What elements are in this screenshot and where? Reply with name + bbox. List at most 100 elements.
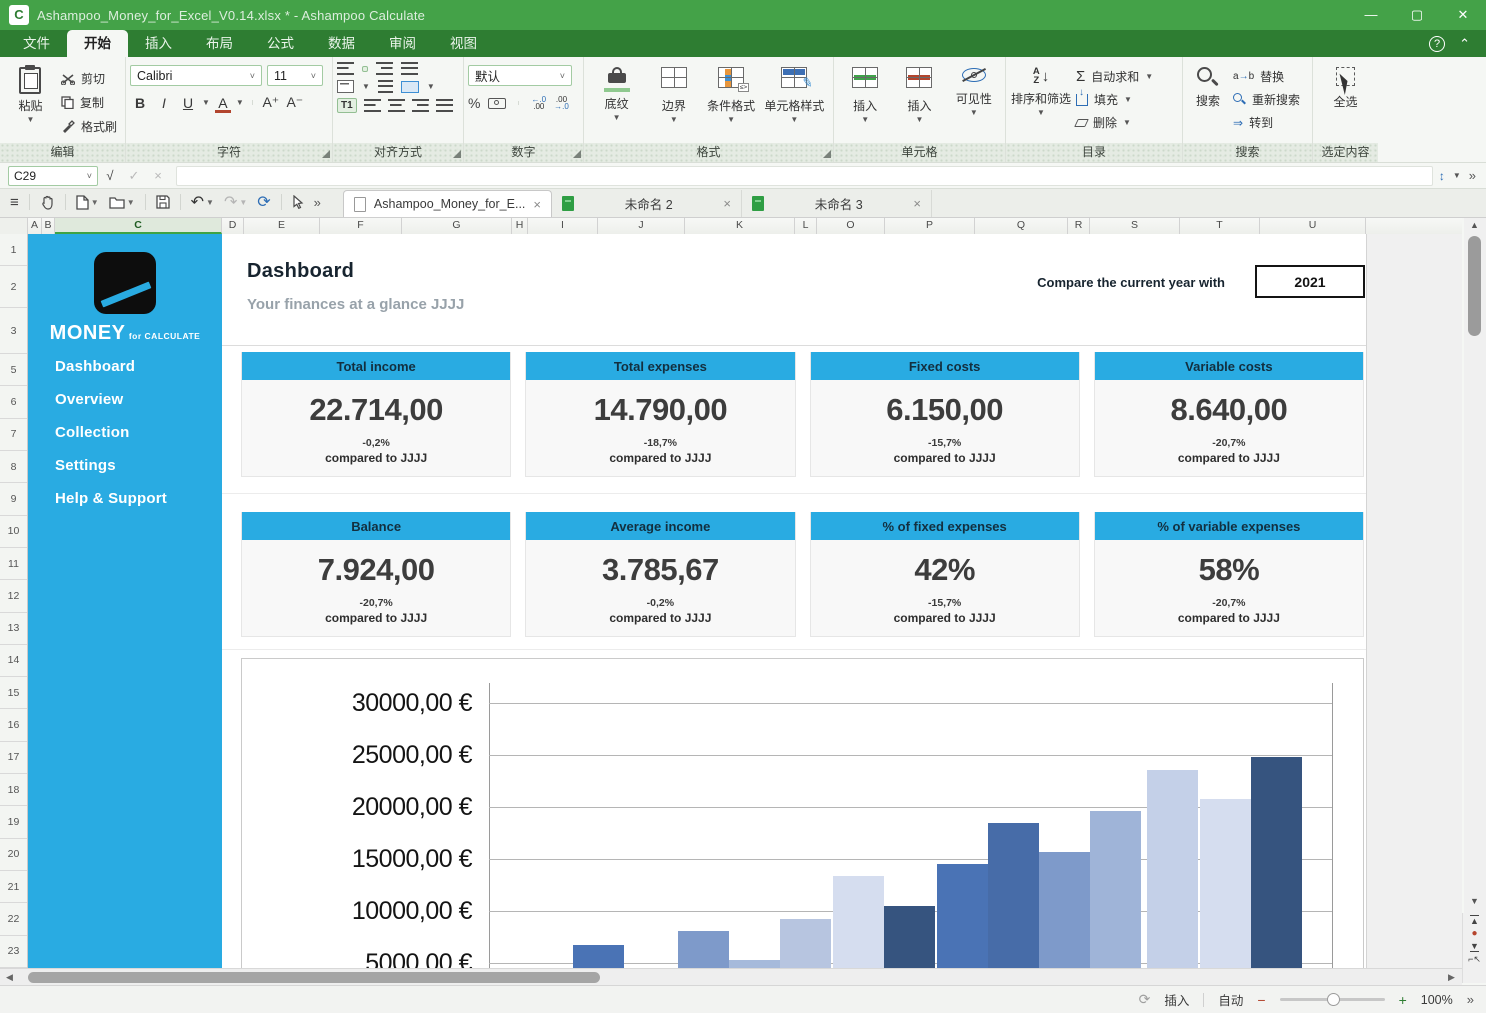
insert-function-button[interactable]: √ (98, 168, 122, 183)
menu-tab-文件[interactable]: 文件 (6, 30, 67, 57)
replace-button[interactable]: a→b替换 (1233, 68, 1300, 85)
column-header-L[interactable]: L (795, 218, 817, 234)
column-header-C[interactable]: C (55, 218, 222, 234)
dialog-launcher-icon[interactable] (823, 150, 831, 158)
align-top-icon[interactable] (337, 62, 354, 75)
justify-icon[interactable] (436, 99, 453, 112)
chevron-down-icon[interactable]: ▼ (427, 84, 435, 89)
sidebar-item-settings[interactable]: Settings (28, 449, 222, 482)
clear-button[interactable]: 删除▼ (1076, 114, 1153, 131)
goto-button[interactable]: ⇒转到 (1233, 114, 1300, 131)
menu-tab-开始[interactable]: 开始 (67, 30, 128, 57)
sort-filter-button[interactable]: AZ↓ 排序和筛选 ▼ (1010, 61, 1072, 115)
row-header-17[interactable]: 17 (0, 742, 27, 774)
menu-tab-公式[interactable]: 公式 (250, 30, 311, 57)
row-header-15[interactable]: 15 (0, 677, 27, 709)
decrease-decimal-button[interactable]: .00→.0 (554, 96, 569, 110)
select-all-button[interactable]: 全选 (1318, 61, 1374, 110)
row-header-16[interactable]: 16 (0, 709, 27, 741)
menu-tab-视图[interactable]: 视图 (433, 30, 494, 57)
expand-formula-bar-icon[interactable]: ↕ (1439, 169, 1445, 183)
justify-vertical-icon[interactable] (401, 62, 418, 75)
close-tab-icon[interactable]: × (913, 196, 921, 211)
row-header-14[interactable]: 14 (0, 645, 27, 677)
row-header-18[interactable]: 18 (0, 774, 27, 806)
chevron-down-icon[interactable]: ▼ (1453, 173, 1461, 178)
scroll-left-icon[interactable]: ◀ (6, 972, 13, 983)
vertical-scrollbar[interactable]: ▲ ▼ (1464, 218, 1486, 913)
row-header-3[interactable]: 3 (0, 308, 27, 354)
paste-button[interactable]: 粘贴 ▼ (4, 61, 57, 122)
zoom-slider[interactable] (1280, 998, 1385, 1001)
text-orientation-button[interactable]: T1 (337, 98, 357, 113)
column-header-B[interactable]: B (42, 218, 55, 234)
row-header-6[interactable]: 6 (0, 386, 27, 418)
chevron-down-icon[interactable]: ▼ (236, 100, 244, 105)
dialog-launcher-icon[interactable] (573, 150, 581, 158)
document-tab[interactable]: Ashampoo_Money_for_E...× (343, 190, 552, 217)
font-size-select[interactable]: 11˅ (267, 65, 323, 86)
confirm-entry-button[interactable]: ✓ (122, 168, 146, 184)
scroll-down-icon[interactable]: ▼ (1470, 896, 1479, 906)
select-all-corner[interactable] (0, 218, 28, 234)
column-header-U[interactable]: U (1260, 218, 1366, 234)
zoom-level[interactable]: 100% (1421, 993, 1453, 1007)
dialog-launcher-icon[interactable] (322, 150, 330, 158)
menu-tab-数据[interactable]: 数据 (311, 30, 372, 57)
sidebar-item-dashboard[interactable]: Dashboard (28, 350, 222, 383)
close-tab-icon[interactable]: × (723, 196, 731, 211)
grow-font-button[interactable]: A⁺ (261, 94, 281, 111)
more-tools-icon[interactable]: » (314, 195, 321, 210)
shrink-font-button[interactable]: A⁻ (285, 94, 305, 111)
column-header-R[interactable]: R (1068, 218, 1090, 234)
number-format-select[interactable]: 默认˅ (468, 65, 572, 86)
insert-cells-button[interactable]: 插入 ▼ (838, 61, 892, 122)
row-header-7[interactable]: 7 (0, 419, 27, 451)
maximize-button[interactable]: ▢ (1394, 0, 1440, 30)
currency-style-icon[interactable] (488, 98, 506, 109)
zoom-out-button[interactable]: − (1257, 992, 1265, 1008)
minimize-button[interactable]: — (1348, 0, 1394, 30)
zoom-in-button[interactable]: + (1399, 992, 1407, 1008)
sheet-canvas[interactable]: Dashboard Your finances at a glance JJJJ… (0, 234, 1462, 968)
font-color-button[interactable]: A (214, 95, 232, 111)
column-header-A[interactable]: A (28, 218, 42, 234)
menu-tab-布局[interactable]: 布局 (189, 30, 250, 57)
column-header-K[interactable]: K (685, 218, 795, 234)
cut-button[interactable]: 剪切 (61, 70, 117, 87)
status-more-icon[interactable]: » (1467, 992, 1474, 1007)
column-header-F[interactable]: F (320, 218, 402, 234)
fill-button[interactable]: 填充▼ (1076, 91, 1153, 108)
align-bottom-icon[interactable] (376, 62, 393, 75)
align-middle-button[interactable] (362, 66, 368, 72)
document-tab[interactable]: 未命名 2× (552, 190, 742, 217)
jump-to-corner-icon[interactable]: ⌐↖ (1468, 954, 1481, 965)
borders-button[interactable]: 边界 ▼ (646, 61, 702, 122)
close-tab-icon[interactable]: × (533, 197, 541, 212)
menu-tab-插入[interactable]: 插入 (128, 30, 189, 57)
search-button[interactable]: 搜索 (1187, 61, 1229, 109)
column-header-S[interactable]: S (1090, 218, 1180, 234)
row-header-22[interactable]: 22 (0, 903, 27, 935)
open-file-button[interactable]: ▼ (109, 196, 135, 209)
close-button[interactable]: ✕ (1440, 0, 1486, 30)
refresh-icon[interactable]: ⟳ (257, 192, 270, 212)
chevron-down-icon[interactable]: ▼ (362, 84, 370, 89)
scroll-up-icon[interactable]: ▲ (1470, 220, 1479, 230)
font-family-select[interactable]: Calibri˅ (130, 65, 262, 86)
scroll-to-bottom-icon[interactable]: ▼ (1470, 941, 1479, 952)
menu-icon[interactable]: ≡ (10, 194, 19, 211)
underline-button[interactable]: U (178, 95, 198, 111)
record-dot-icon[interactable]: ● (1471, 928, 1477, 939)
vertical-scroll-thumb[interactable] (1468, 236, 1481, 336)
hand-pan-icon[interactable] (40, 195, 55, 210)
chevron-down-icon[interactable]: ▼ (202, 100, 210, 105)
column-header-O[interactable]: O (817, 218, 885, 234)
dialog-launcher-icon[interactable] (453, 150, 461, 158)
row-header-12[interactable]: 12 (0, 580, 27, 612)
compare-year-input[interactable]: 2021 (1255, 265, 1365, 298)
column-header-D[interactable]: D (222, 218, 244, 234)
horizontal-scrollbar[interactable]: ◀ ▶ (0, 968, 1462, 985)
row-header-20[interactable]: 20 (0, 839, 27, 871)
row-header-21[interactable]: 21 (0, 871, 27, 903)
